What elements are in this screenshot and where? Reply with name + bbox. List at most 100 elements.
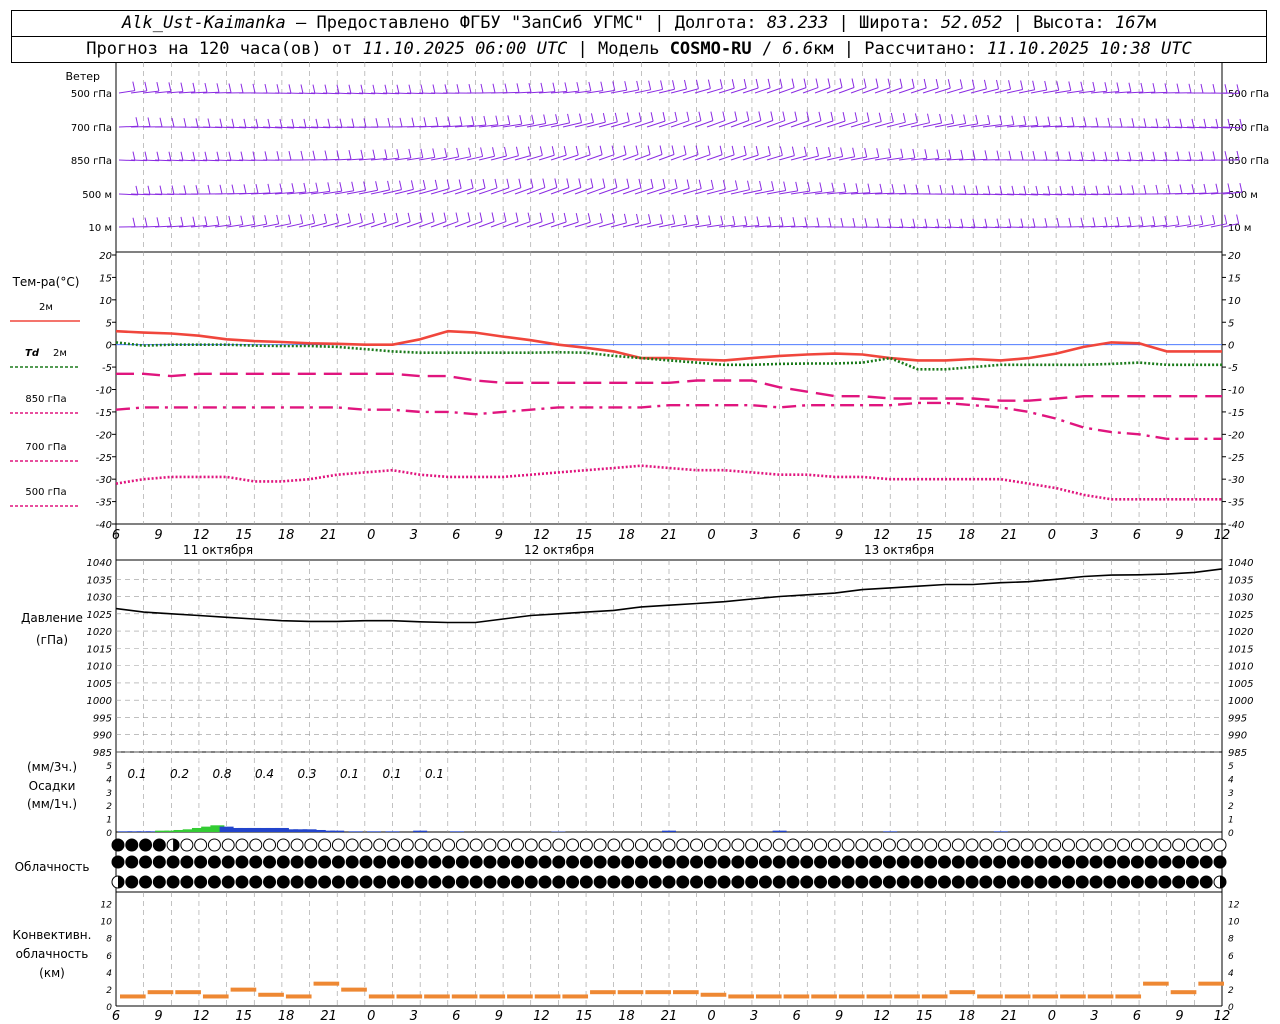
cloud-circle bbox=[621, 855, 635, 869]
convective-bar bbox=[1143, 981, 1169, 986]
wind-barb-feather bbox=[803, 146, 807, 156]
cloud-circle bbox=[497, 855, 511, 869]
wind-barb-feather bbox=[192, 82, 196, 92]
cloud-circle bbox=[1144, 855, 1158, 869]
convective-bar bbox=[755, 994, 782, 999]
cloud-circle bbox=[745, 838, 759, 852]
wind-barb-feather bbox=[411, 117, 415, 127]
wind-barb-feather bbox=[827, 78, 831, 88]
wind-barb-feather bbox=[1131, 118, 1135, 128]
cloud-circle bbox=[621, 875, 635, 889]
wind-barb-feather bbox=[828, 147, 832, 157]
wind-barb-feather bbox=[422, 180, 426, 190]
wind-barb-feather bbox=[743, 145, 747, 156]
cloud-circle bbox=[359, 875, 373, 889]
wind-barb-feather bbox=[420, 148, 424, 158]
cloud-circle bbox=[125, 838, 139, 852]
cloud-circle bbox=[538, 855, 552, 869]
cloud-circle bbox=[483, 875, 497, 889]
wind-barb-feather bbox=[759, 180, 763, 191]
wind-barb-feather bbox=[1200, 151, 1204, 161]
conv-ytick-left: 10 bbox=[101, 918, 113, 928]
wind-barb-shaft bbox=[658, 154, 675, 161]
wind-title: Ветер bbox=[66, 70, 100, 83]
wind-barb-feather bbox=[899, 78, 903, 88]
wind-barb-feather bbox=[707, 145, 711, 155]
temp-ytick-right: -10 bbox=[1228, 386, 1244, 397]
wind-barb-feather bbox=[1107, 117, 1111, 127]
wind-barb-feather bbox=[1188, 215, 1192, 225]
cloud-symbol bbox=[579, 855, 593, 869]
wind-barb-feather bbox=[1212, 151, 1216, 161]
cloud-symbol bbox=[772, 855, 786, 869]
cloud-circle bbox=[1061, 855, 1075, 869]
wind-barb-feather bbox=[746, 111, 750, 121]
wind-barb-feather bbox=[491, 212, 495, 222]
cloud-circle bbox=[359, 855, 373, 869]
cloud-circle bbox=[566, 855, 580, 869]
convective-bar bbox=[1198, 981, 1224, 986]
wind-barb-feather bbox=[1152, 151, 1156, 161]
wind-barb-feather bbox=[1056, 217, 1060, 228]
wind-level-label-right: 500 м bbox=[1228, 190, 1258, 201]
cloud-symbol bbox=[1061, 875, 1075, 889]
temp-series-1 bbox=[115, 341, 1222, 371]
prec-ytick-left: 3 bbox=[106, 789, 112, 799]
wind-barb-feather bbox=[540, 82, 544, 93]
cloud-symbol bbox=[249, 875, 263, 889]
wind-barb-feather bbox=[1035, 116, 1039, 126]
wind-barb-feather bbox=[435, 117, 439, 127]
cloud-symbol bbox=[703, 855, 717, 869]
cloud-circle bbox=[331, 855, 345, 869]
wind-barb-feather bbox=[347, 213, 351, 223]
cloud-symbol bbox=[731, 838, 745, 852]
cloud-symbol bbox=[607, 855, 621, 869]
cloud-symbol bbox=[1034, 838, 1048, 852]
wind-barb-feather bbox=[876, 218, 880, 228]
cloud-circle bbox=[841, 875, 855, 889]
precip-bar bbox=[450, 831, 465, 832]
wind-barb-feather bbox=[315, 118, 319, 128]
cloud-symbol bbox=[221, 855, 235, 869]
cloud-symbol bbox=[841, 838, 855, 852]
cloud-symbol bbox=[235, 838, 249, 852]
wind-barb-feather bbox=[867, 183, 871, 193]
cloud-symbol bbox=[318, 838, 332, 852]
conv-ytick-right: 0 bbox=[1228, 1003, 1234, 1013]
wind-barb-feather bbox=[951, 185, 955, 195]
cloud-symbol bbox=[345, 838, 359, 852]
temp-ytick-left: 5 bbox=[106, 318, 112, 329]
wind-barb-feather bbox=[264, 83, 268, 94]
temp-time-tick-label: 9 bbox=[154, 528, 162, 543]
wind-barb-feather bbox=[1191, 184, 1195, 194]
cloud-circle bbox=[524, 838, 538, 852]
wind-barb-feather bbox=[183, 185, 187, 195]
cloud-circle bbox=[607, 875, 621, 889]
wind-barb-feather bbox=[659, 145, 663, 155]
pres-ytick-right: 985 bbox=[1228, 748, 1247, 759]
wind-barb-feather bbox=[927, 113, 930, 123]
wind-barb-feather bbox=[432, 148, 436, 158]
cloud-circle bbox=[690, 875, 704, 889]
wind-barb-feather bbox=[747, 180, 750, 190]
cloud-symbol bbox=[400, 838, 414, 852]
cloud-symbol bbox=[524, 875, 538, 889]
wind-barb-feather bbox=[623, 145, 627, 155]
wind-barb-feather bbox=[963, 185, 967, 195]
cloud-circle bbox=[524, 875, 538, 889]
wind-barb-feather bbox=[519, 114, 523, 125]
precip-bar bbox=[348, 831, 363, 832]
cloud-symbol bbox=[869, 875, 883, 889]
wind-barb-feather bbox=[408, 148, 412, 159]
cloud-circle bbox=[442, 855, 456, 869]
cloud-circle bbox=[579, 875, 593, 889]
wind-barb-feather bbox=[983, 79, 987, 89]
cloud-symbol bbox=[882, 855, 896, 869]
wind-barb-feather bbox=[662, 111, 666, 122]
cloud-symbol bbox=[965, 875, 979, 889]
cloud-circle bbox=[965, 838, 979, 852]
cloud-symbol bbox=[1034, 855, 1048, 869]
wind-barb-feather bbox=[755, 146, 759, 156]
cloud-circle bbox=[1199, 875, 1213, 889]
cloud-circle bbox=[703, 875, 717, 889]
